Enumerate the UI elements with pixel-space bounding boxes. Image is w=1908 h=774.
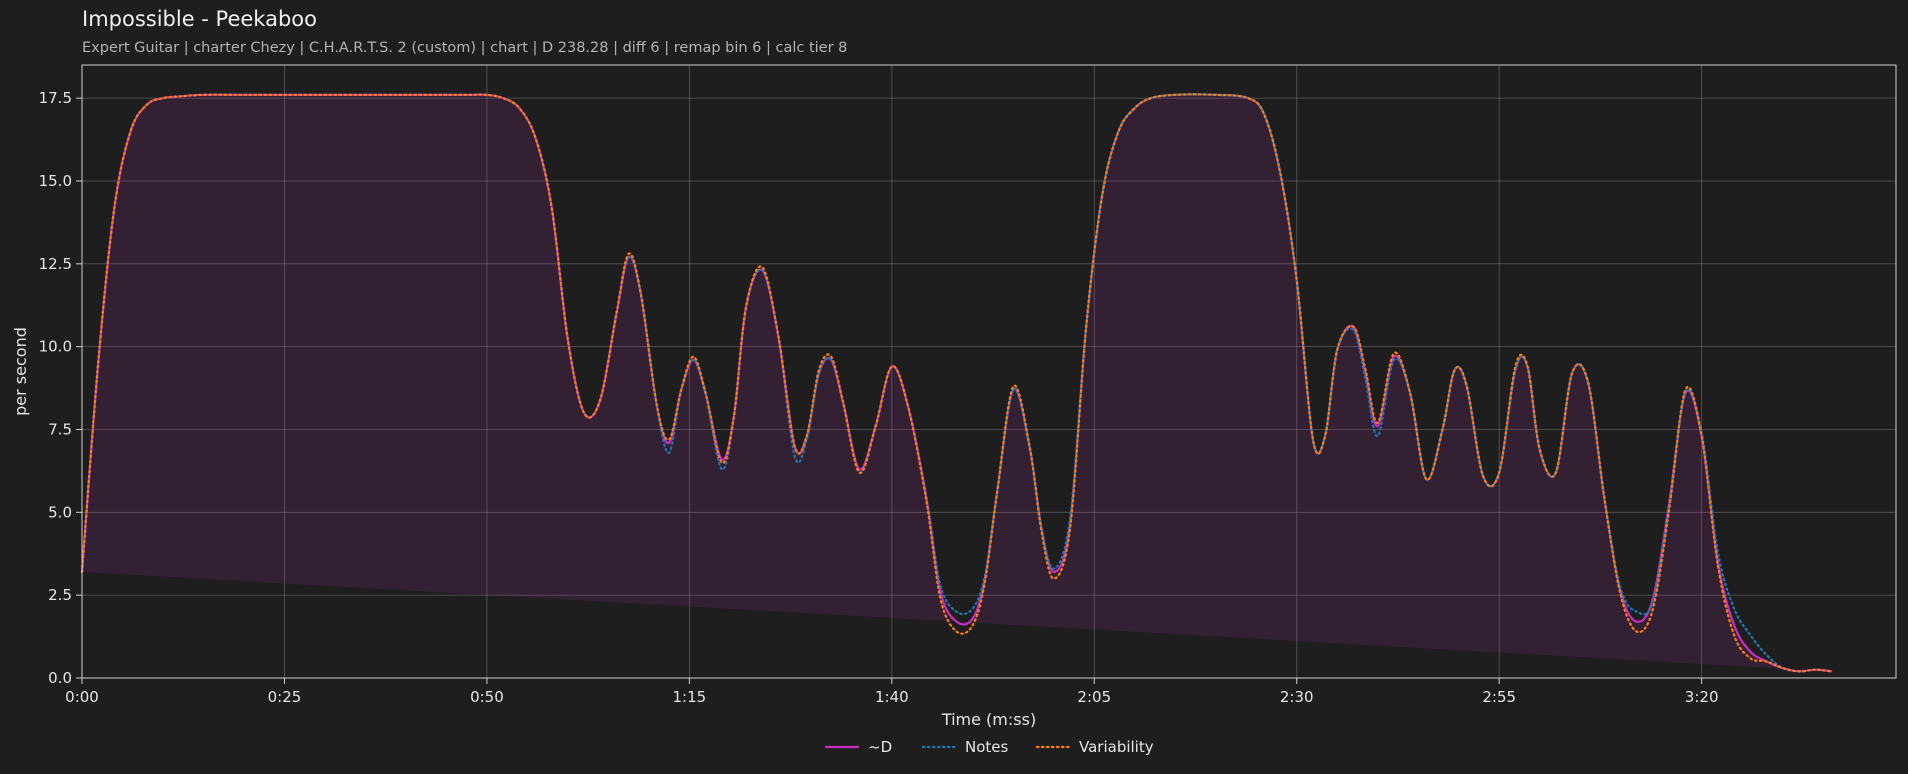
x-tick-label: 0:50 [470, 688, 504, 706]
y-tick-label: 17.5 [39, 89, 72, 107]
x-tick-label: 1:15 [673, 688, 707, 706]
y-tick-label: 15.0 [39, 172, 72, 190]
chart-canvas: 0:00 0:25 0:50 1:15 1:40 2:05 2:30 2:55 3:20 0.0… [11, 64, 1897, 756]
y-axis-ticks: 0.0 2.5 5.0 7.5 10.0 12.5 15.0 17.5 [39, 89, 82, 687]
x-tick-label: 2:55 [1482, 688, 1516, 706]
x-tick-label: 0:25 [268, 688, 302, 706]
legend-label: Notes [965, 738, 1009, 756]
x-tick-label: 0:00 [65, 688, 99, 706]
x-tick-label: 2:05 [1077, 688, 1111, 706]
y-tick-label: 5.0 [48, 503, 72, 521]
y-tick-label: 2.5 [48, 586, 72, 604]
legend-label: Variability [1079, 738, 1154, 756]
y-tick-label: 12.5 [39, 255, 72, 273]
x-tick-label: 3:20 [1685, 688, 1719, 706]
y-tick-label: 10.0 [39, 338, 72, 356]
x-axis-label: Time (m:ss) [941, 710, 1036, 729]
y-tick-label: 0.0 [48, 669, 72, 687]
x-tick-label: 2:30 [1280, 688, 1314, 706]
x-tick-label: 1:40 [875, 688, 909, 706]
y-tick-label: 7.5 [48, 420, 72, 438]
legend: ~D Notes Variability [824, 738, 1154, 756]
legend-label: ~D [868, 738, 892, 756]
x-axis-ticks: 0:00 0:25 0:50 1:15 1:40 2:05 2:30 2:55 3:20 [65, 678, 1718, 706]
y-axis-label: per second [11, 327, 30, 416]
